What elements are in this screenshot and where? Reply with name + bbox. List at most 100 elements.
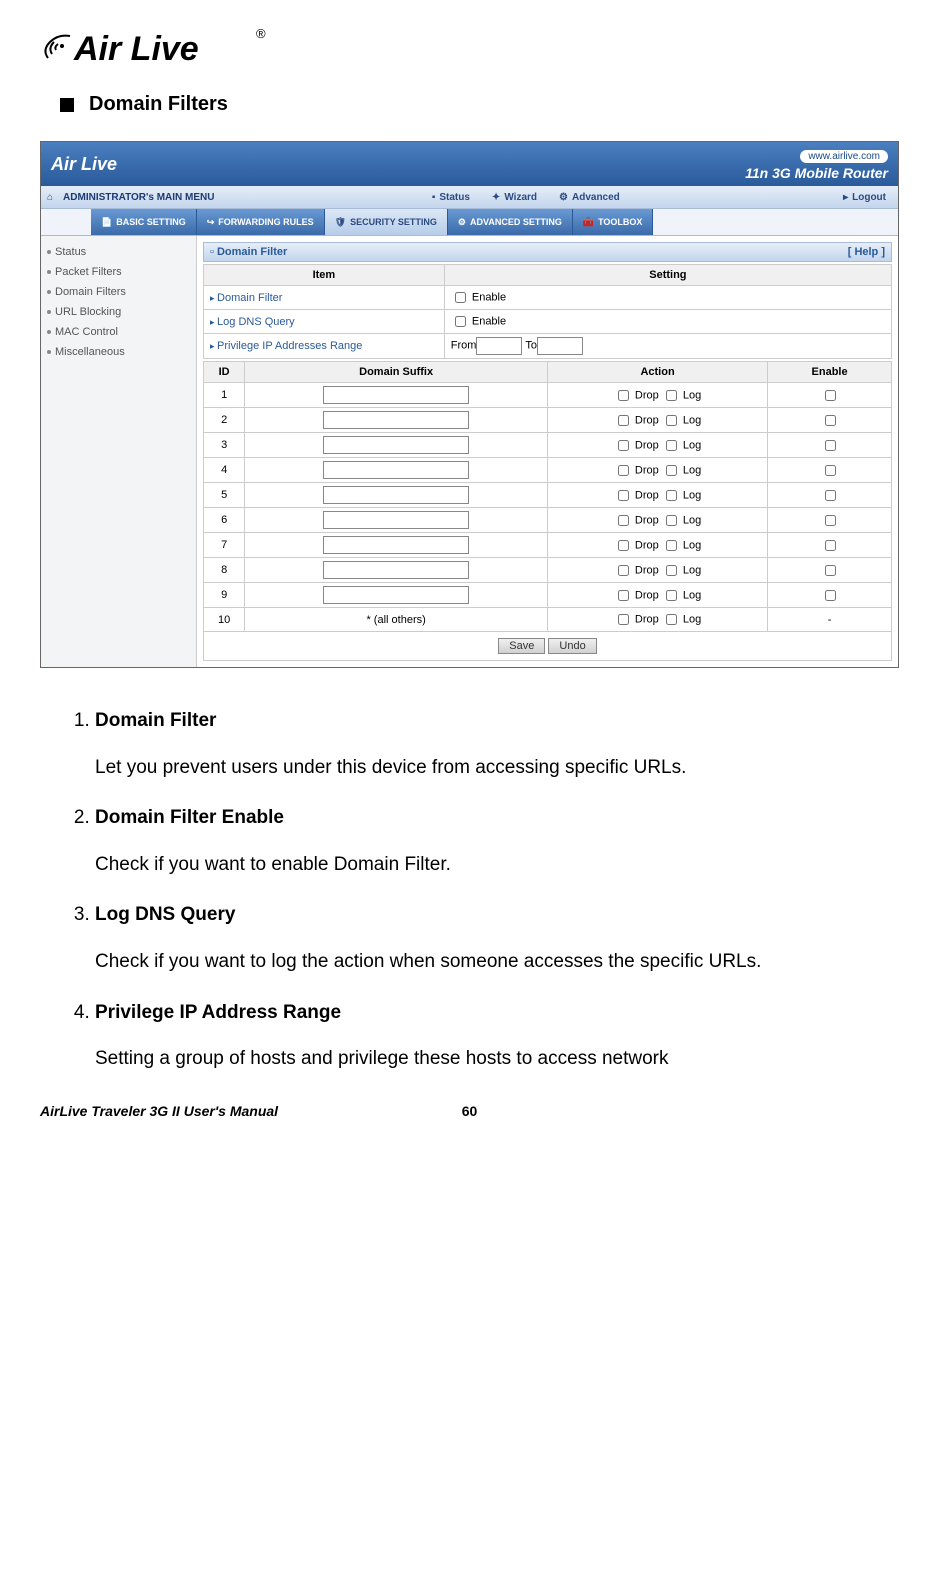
rule-id: 4 xyxy=(204,458,245,483)
suffix-input[interactable] xyxy=(323,436,469,454)
drop-checkbox[interactable] xyxy=(618,465,629,476)
log-checkbox[interactable] xyxy=(666,540,677,551)
rule-id: 6 xyxy=(204,508,245,533)
sidebar-packet[interactable]: Packet Filters xyxy=(41,262,196,282)
row-priv-ip: Privilege IP Addresses Range xyxy=(210,340,362,352)
sidebar-domain[interactable]: Domain Filters xyxy=(41,282,196,302)
from-input[interactable] xyxy=(476,337,522,355)
tab-toolbox[interactable]: 🧰TOOLBOX xyxy=(573,209,654,235)
drop-checkbox[interactable] xyxy=(618,540,629,551)
suffix-input[interactable] xyxy=(323,386,469,404)
footer-manual: AirLive Traveler 3G II User's Manual xyxy=(40,1103,278,1119)
drop-checkbox[interactable] xyxy=(618,490,629,501)
banner-right: www.airlive.com 11n 3G Mobile Router xyxy=(745,148,888,181)
menu-logout[interactable]: ▸ Logout xyxy=(837,192,892,203)
log-checkbox[interactable] xyxy=(666,515,677,526)
settings-table: Item Setting Domain Filter Enable Log DN… xyxy=(203,264,892,359)
enable-checkbox[interactable] xyxy=(825,440,836,451)
suffix-input[interactable] xyxy=(323,411,469,429)
banner-subtitle: 11n 3G Mobile Router xyxy=(745,165,888,181)
log-checkbox[interactable] xyxy=(666,440,677,451)
sidebar-misc[interactable]: Miscellaneous xyxy=(41,342,196,362)
desc-item-3: Log DNS Query Check if you want to log t… xyxy=(95,902,899,975)
suffix-input[interactable] xyxy=(323,486,469,504)
toolbox-icon: 🧰 xyxy=(583,217,594,228)
enable-checkbox[interactable] xyxy=(825,590,836,601)
desc-item-4: Privilege IP Address Range Setting a gro… xyxy=(95,1000,899,1073)
log-checkbox[interactable] xyxy=(666,565,677,576)
home-icon[interactable]: ⌂ xyxy=(47,192,53,203)
menu-wizard[interactable]: ✦Wizard xyxy=(486,192,543,203)
suffix-input[interactable] xyxy=(323,511,469,529)
col-suffix: Domain Suffix xyxy=(245,362,548,383)
log-checkbox[interactable] xyxy=(666,465,677,476)
drop-checkbox[interactable] xyxy=(618,515,629,526)
panel-head: ▫ Domain Filter [ Help ] xyxy=(203,242,892,262)
enable-checkbox[interactable] xyxy=(825,490,836,501)
drop-checkbox[interactable] xyxy=(618,565,629,576)
basic-icon: 📄 xyxy=(101,217,112,228)
rule-id: 2 xyxy=(204,408,245,433)
tab-security[interactable]: 🛡SECURITY SETTING xyxy=(325,209,448,235)
sidebar-mac[interactable]: MAC Control xyxy=(41,322,196,342)
svg-text:®: ® xyxy=(256,26,266,41)
rule-id: 5 xyxy=(204,483,245,508)
svg-text:Air Live: Air Live xyxy=(73,30,199,68)
save-button[interactable]: Save xyxy=(498,638,545,654)
sidebar-url[interactable]: URL Blocking xyxy=(41,302,196,322)
menu-advanced[interactable]: ⚙Advanced xyxy=(553,192,626,203)
suffix-input[interactable] xyxy=(323,536,469,554)
log-checkbox[interactable] xyxy=(666,415,677,426)
drop-checkbox[interactable] xyxy=(618,590,629,601)
main-menu-title: ADMINISTRATOR's MAIN MENU xyxy=(63,192,214,203)
banner-url[interactable]: www.airlive.com xyxy=(800,150,888,163)
tab-advanced[interactable]: ⚙ADVANCED SETTING xyxy=(448,209,573,235)
drop-checkbox[interactable] xyxy=(618,390,629,401)
tab-basic[interactable]: 📄BASIC SETTING xyxy=(91,209,197,235)
rule-id: 9 xyxy=(204,583,245,608)
enable-checkbox[interactable] xyxy=(825,390,836,401)
col-enable: Enable xyxy=(768,362,892,383)
enable-checkbox[interactable] xyxy=(825,540,836,551)
rule-id: 8 xyxy=(204,558,245,583)
security-icon: 🛡 xyxy=(335,217,346,228)
log-checkbox[interactable] xyxy=(666,590,677,601)
suffix-input[interactable] xyxy=(323,561,469,579)
suffix-input[interactable] xyxy=(323,586,469,604)
drop-checkbox[interactable] xyxy=(618,415,629,426)
undo-button[interactable]: Undo xyxy=(548,638,596,654)
footer-page: 60 xyxy=(462,1103,478,1119)
rules-table: ID Domain Suffix Action Enable 1 Drop Lo… xyxy=(203,361,892,632)
tab-forwarding[interactable]: ↪FORWARDING RULES xyxy=(197,209,325,235)
sidebar: Status Packet Filters Domain Filters URL… xyxy=(41,236,197,667)
col-setting: Setting xyxy=(444,265,891,286)
enable-checkbox[interactable] xyxy=(825,415,836,426)
sidebar-status[interactable]: Status xyxy=(41,242,196,262)
col-id: ID xyxy=(204,362,245,383)
rule-id-10: 10 xyxy=(204,608,245,632)
suffix-input[interactable] xyxy=(323,461,469,479)
rule-id: 7 xyxy=(204,533,245,558)
desc-item-2: Domain Filter Enable Check if you want t… xyxy=(95,805,899,878)
main-menu: ⌂ ADMINISTRATOR's MAIN MENU ▪Status ✦Wiz… xyxy=(41,186,898,209)
desc-item-1: Domain Filter Let you prevent users unde… xyxy=(95,708,899,781)
enable-checkbox[interactable] xyxy=(825,465,836,476)
rule-id: 3 xyxy=(204,433,245,458)
forwarding-icon: ↪ xyxy=(207,217,215,228)
enable-domain-checkbox[interactable] xyxy=(455,292,466,303)
to-input[interactable] xyxy=(537,337,583,355)
log-checkbox[interactable] xyxy=(666,490,677,501)
log-checkbox[interactable] xyxy=(666,614,677,625)
banner: Air Live www.airlive.com 11n 3G Mobile R… xyxy=(41,142,898,186)
enable-log-checkbox[interactable] xyxy=(455,316,466,327)
drop-checkbox[interactable] xyxy=(618,440,629,451)
menu-status[interactable]: ▪Status xyxy=(426,192,476,203)
drop-checkbox[interactable] xyxy=(618,614,629,625)
help-link[interactable]: [ Help ] xyxy=(848,246,885,258)
panel-icon: ▫ xyxy=(210,246,214,258)
wizard-icon: ✦ xyxy=(492,192,500,203)
sub-menu: 📄BASIC SETTING ↪FORWARDING RULES 🛡SECURI… xyxy=(41,209,898,236)
log-checkbox[interactable] xyxy=(666,390,677,401)
enable-checkbox[interactable] xyxy=(825,565,836,576)
enable-checkbox[interactable] xyxy=(825,515,836,526)
